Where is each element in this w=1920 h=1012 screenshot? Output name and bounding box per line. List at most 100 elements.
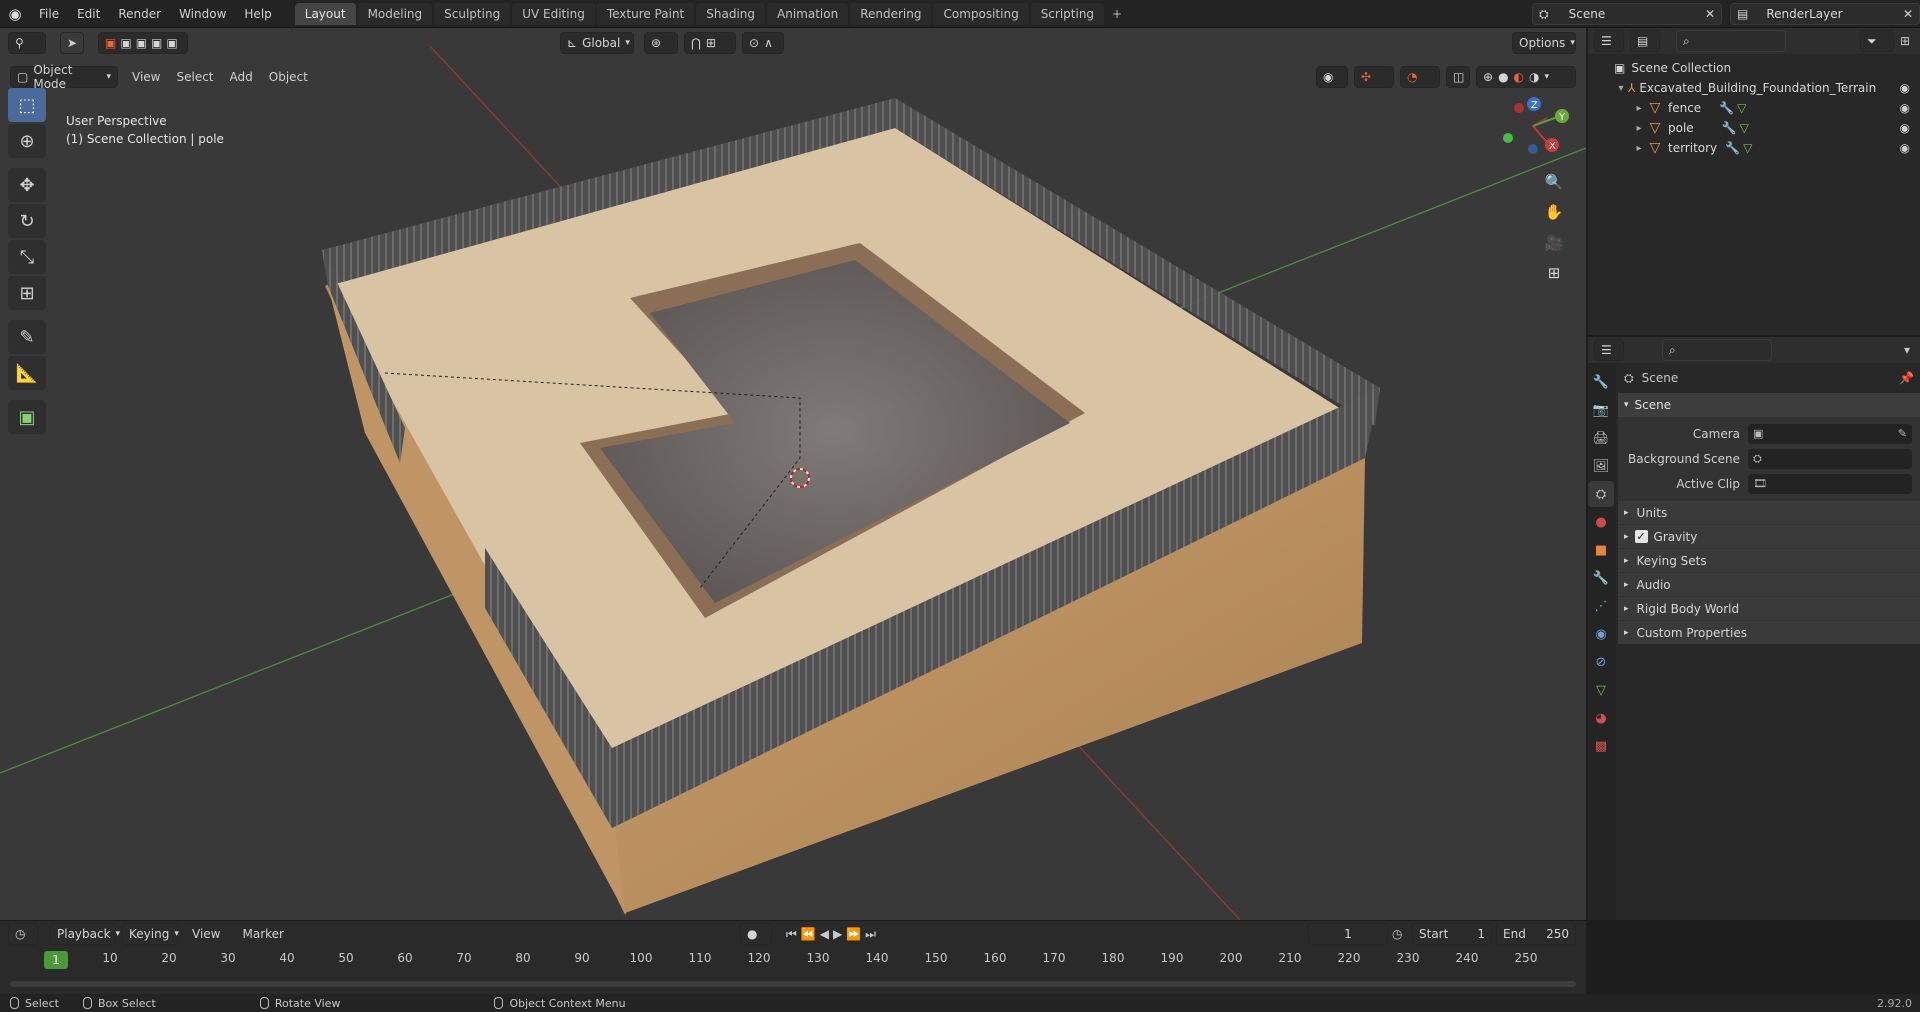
- end-frame-field[interactable]: End 250: [1496, 923, 1576, 945]
- mesh-data-icon[interactable]: ▽: [1740, 121, 1749, 135]
- tab-rendering[interactable]: Rendering: [850, 2, 932, 25]
- rendered-shading-icon[interactable]: ◑: [1529, 70, 1539, 84]
- shading-mode-buttons[interactable]: ⊕ ● ◐ ◑ ▾: [1476, 66, 1576, 88]
- modifier-wrench-icon[interactable]: 🔧: [1725, 141, 1740, 155]
- scene-selector[interactable]: ⛭ Scene ✕: [1532, 3, 1722, 25]
- transform-tool[interactable]: ⊞: [8, 276, 46, 310]
- select-extend-icon[interactable]: ▣: [120, 36, 131, 50]
- keying-sets-panel[interactable]: ▸ Keying Sets: [1618, 548, 1920, 572]
- tab-tool[interactable]: 🔧: [1588, 369, 1614, 395]
- blender-logo-icon[interactable]: ◉: [0, 0, 30, 28]
- pivot-point-dropdown[interactable]: ⊛: [644, 32, 678, 54]
- mode-dropdown[interactable]: ▢ Object Mode ▾: [10, 63, 118, 91]
- jump-end-icon[interactable]: ⏭: [865, 927, 876, 942]
- tab-texture[interactable]: ▩: [1588, 733, 1614, 759]
- properties-search-input[interactable]: ⌕: [1662, 339, 1772, 361]
- expand-arrow-icon[interactable]: ▸: [1632, 103, 1646, 114]
- gravity-checkbox[interactable]: ✓: [1634, 530, 1648, 543]
- expand-arrow-icon[interactable]: ▸: [1632, 123, 1646, 134]
- active-clip-field[interactable]: 🎞: [1748, 473, 1912, 494]
- xray-toggle[interactable]: ◫: [1446, 66, 1470, 88]
- play-reverse-icon[interactable]: ◀: [820, 927, 829, 941]
- tab-texture-paint[interactable]: Texture Paint: [596, 2, 695, 25]
- material-shading-icon[interactable]: ◐: [1514, 70, 1524, 84]
- select-tool-button[interactable]: ➤: [60, 32, 84, 54]
- tab-animation[interactable]: Animation: [767, 2, 849, 25]
- camera-field[interactable]: ▣ ✎: [1748, 423, 1912, 444]
- tab-shading[interactable]: Shading: [696, 2, 765, 25]
- scene-panel-header[interactable]: ▾ Scene: [1618, 393, 1920, 417]
- pin-icon[interactable]: 📌: [1899, 371, 1914, 385]
- start-frame-field[interactable]: Start 1: [1412, 923, 1492, 945]
- prev-keyframe-icon[interactable]: ⏪: [801, 927, 816, 941]
- tab-scripting[interactable]: Scripting: [1030, 2, 1105, 25]
- overlay-toggle[interactable]: ◔: [1400, 66, 1440, 88]
- visibility-dropdown[interactable]: ◉: [1316, 66, 1348, 88]
- gizmo-neg-z[interactable]: [1528, 144, 1538, 154]
- viewport-menu-select[interactable]: Select: [168, 70, 221, 84]
- snapping-dropdown[interactable]: ⋂ ⊞: [684, 32, 736, 54]
- navigation-gizmo[interactable]: Z Y X: [1503, 97, 1569, 154]
- annotate-tool[interactable]: ✎: [8, 320, 46, 354]
- view-layer-selector[interactable]: ▤ RenderLayer ✕: [1730, 3, 1920, 25]
- filter-dropdown[interactable]: ⏷: [1859, 30, 1894, 52]
- units-panel[interactable]: ▸ Units: [1618, 500, 1920, 524]
- timeline-editor-type[interactable]: ◷: [8, 923, 38, 945]
- chevron-down-icon[interactable]: ▾: [1904, 343, 1910, 357]
- wireframe-shading-icon[interactable]: ⊕: [1483, 70, 1493, 84]
- outliner-item-pole[interactable]: ▸ ▽ pole 🔧 ▽ ◉: [1588, 118, 1920, 138]
- tab-physics[interactable]: ◉: [1588, 621, 1614, 647]
- menu-window[interactable]: Window: [170, 0, 235, 28]
- menu-help[interactable]: Help: [235, 0, 280, 28]
- solid-shading-icon[interactable]: ●: [1498, 70, 1508, 84]
- zoom-button[interactable]: 🔍: [1542, 170, 1566, 194]
- select-box-tool[interactable]: ⬚: [8, 88, 46, 122]
- tab-material[interactable]: ◕: [1588, 705, 1614, 731]
- add-workspace-button[interactable]: +: [1106, 3, 1128, 25]
- next-keyframe-icon[interactable]: ⏩: [846, 927, 861, 941]
- cursor-tool[interactable]: ⊕: [8, 124, 46, 158]
- new-collection-icon[interactable]: ⊞: [1900, 34, 1910, 48]
- outliner-search-input[interactable]: ⌕: [1676, 30, 1786, 52]
- viewport-menu-object[interactable]: Object: [261, 70, 316, 84]
- eye-icon[interactable]: ◉: [1900, 121, 1910, 135]
- options-dropdown[interactable]: Options ▾: [1512, 32, 1576, 54]
- collection-row[interactable]: ▾ ⅄ Excavated_Building_Foundation_Terrai…: [1588, 78, 1920, 98]
- jump-start-icon[interactable]: ⏮: [786, 927, 797, 942]
- tab-view-layer[interactable]: 🖼: [1588, 453, 1614, 479]
- tab-compositing[interactable]: Compositing: [933, 2, 1029, 25]
- timeline-scrollbar[interactable]: [10, 981, 1576, 987]
- move-tool[interactable]: ✥: [8, 168, 46, 202]
- expand-arrow-icon[interactable]: ▸: [1632, 143, 1646, 154]
- select-subtract-icon[interactable]: ▣: [136, 36, 147, 50]
- timeline-menu-marker[interactable]: Marker: [234, 927, 291, 941]
- outliner-editor-type[interactable]: ☰: [1594, 30, 1624, 52]
- eye-icon[interactable]: ◉: [1900, 141, 1910, 155]
- modifier-wrench-icon[interactable]: 🔧: [1719, 101, 1734, 115]
- display-mode-dropdown[interactable]: ▤: [1630, 30, 1660, 52]
- eye-icon[interactable]: ◉: [1900, 101, 1910, 115]
- close-icon[interactable]: ✕: [1705, 7, 1715, 21]
- menu-render[interactable]: Render: [109, 0, 170, 28]
- selection-mode-buttons[interactable]: ▣ ▣ ▣ ▣ ▣: [98, 32, 188, 54]
- custom-properties-panel[interactable]: ▸ Custom Properties: [1618, 620, 1920, 644]
- playback-dropdown[interactable]: Playback ▾: [50, 923, 120, 945]
- tab-world[interactable]: ●: [1588, 509, 1614, 535]
- outliner-item-fence[interactable]: ▸ ▽ fence 🔧 ▽ ◉: [1588, 98, 1920, 118]
- tab-data[interactable]: ▽: [1588, 677, 1614, 703]
- editor-type-dropdown[interactable]: ⚲: [8, 32, 46, 54]
- close-icon[interactable]: ✕: [1903, 7, 1913, 21]
- play-icon[interactable]: ▶: [833, 927, 842, 941]
- menu-edit[interactable]: Edit: [68, 0, 109, 28]
- tab-object[interactable]: ■: [1588, 537, 1614, 563]
- tab-constraints[interactable]: ⊘: [1588, 649, 1614, 675]
- transform-orientation-dropdown[interactable]: ⊾ Global ▾: [560, 32, 634, 54]
- gravity-panel[interactable]: ▸ ✓ Gravity: [1618, 524, 1920, 548]
- proportional-editing-dropdown[interactable]: ⊙ ∧: [742, 32, 784, 54]
- mesh-data-icon[interactable]: ▽: [1743, 141, 1752, 155]
- tab-scene[interactable]: ⛭: [1588, 481, 1614, 507]
- menu-file[interactable]: File: [30, 0, 68, 28]
- tab-modeling[interactable]: Modeling: [357, 2, 433, 25]
- tab-sculpting[interactable]: Sculpting: [434, 2, 511, 25]
- tab-uv-editing[interactable]: UV Editing: [512, 2, 595, 25]
